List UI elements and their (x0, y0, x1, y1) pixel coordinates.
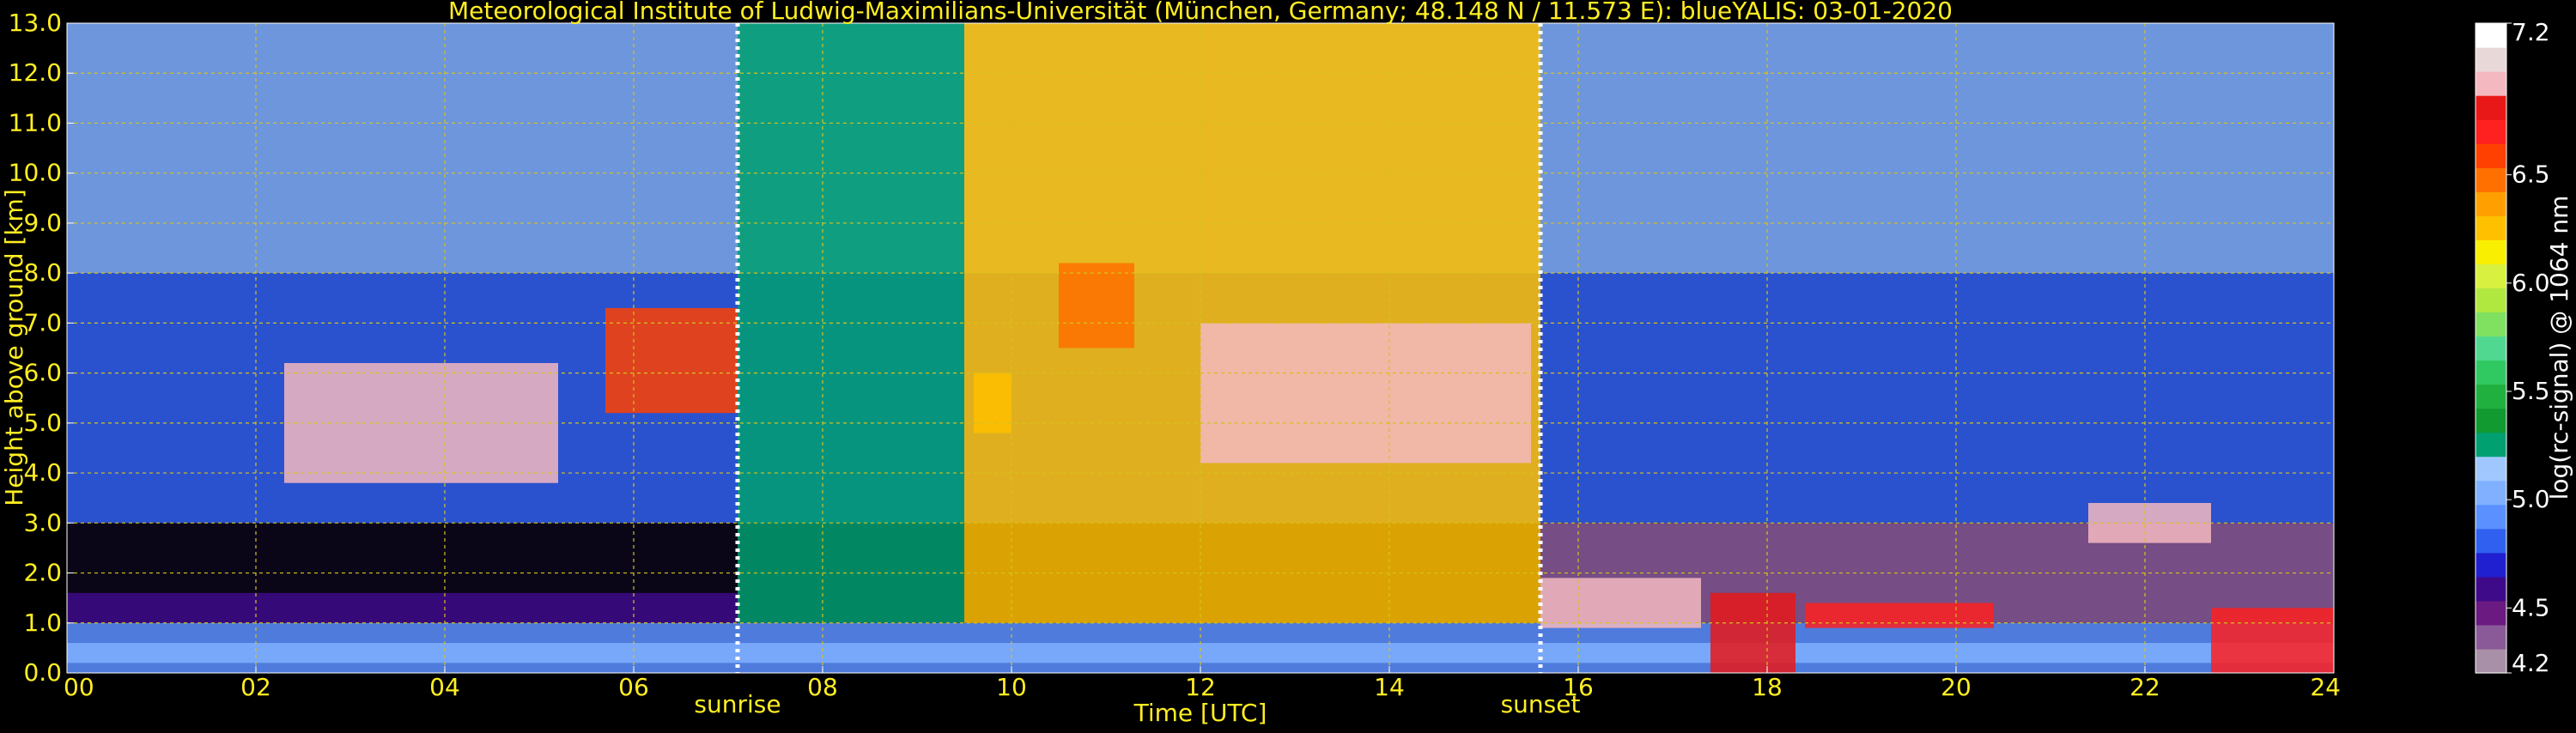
y-tick-label: 8.0 (23, 258, 62, 287)
colorbar-segment (2476, 456, 2506, 482)
x-tick-label: 22 (2129, 673, 2160, 701)
colorbar-segment (2476, 552, 2506, 578)
colorbar-tick-label: 6.0 (2512, 269, 2550, 297)
colorbar-segment (2476, 191, 2506, 216)
colorbar-tick-label: 4.5 (2512, 593, 2550, 621)
colorbar-segment (2476, 624, 2506, 650)
colorbar-tick-label: 7.2 (2512, 18, 2550, 46)
x-tick-label: 24 (2310, 673, 2341, 701)
colorbar-segment (2476, 600, 2506, 626)
signal-region-11 (1059, 263, 1134, 348)
signal-region-7 (67, 643, 2334, 663)
y-tick-label: 5.0 (23, 409, 62, 437)
colorbar-segment (2476, 143, 2506, 168)
x-tick-label: 06 (618, 673, 649, 701)
colorbar-segment (2476, 288, 2506, 313)
colorbar-tick-label: 5.5 (2512, 377, 2550, 405)
colorbar-segment (2476, 360, 2506, 385)
y-tick-label: 3.0 (23, 508, 62, 536)
signal-region-17 (2211, 608, 2334, 673)
y-tick-label: 6.0 (23, 359, 62, 387)
x-tick-label: 04 (429, 673, 460, 701)
colorbar-segment (2476, 264, 2506, 289)
colorbar-label: log(rc-signal) @ 1064 nm (2545, 196, 2573, 500)
y-tick-label: 9.0 (23, 209, 62, 237)
colorbar-segment (2476, 47, 2506, 72)
colorbar-segment (2476, 167, 2506, 192)
colorbar-segment (2476, 384, 2506, 409)
signal-region-1 (67, 592, 738, 623)
x-tick-label: 14 (1374, 673, 1405, 701)
colorbar-segment (2476, 432, 2506, 457)
y-tick-label: 1.0 (23, 609, 62, 637)
y-tick-label: 10.0 (9, 159, 62, 187)
signal-region-15 (1805, 603, 1994, 628)
colorbar-segment (2476, 71, 2506, 96)
signal-region-13 (1540, 578, 1701, 628)
colorbar-segment (2476, 336, 2506, 361)
colorbar-tick-label: 4.2 (2512, 649, 2550, 677)
y-tick-label: 4.0 (23, 458, 62, 487)
x-tick-label: 18 (1752, 673, 1783, 701)
x-tick-label: 08 (807, 673, 838, 701)
x-tick-label: 20 (1941, 673, 1971, 701)
y-tick-label: 13.0 (9, 9, 62, 37)
signal-region-10 (974, 373, 1012, 433)
y-tick-label: 7.0 (23, 308, 62, 336)
x-tick-label: 10 (996, 673, 1027, 701)
y-tick-label: 11.0 (9, 108, 62, 136)
chart-title: Meteorological Institute of Ludwig-Maxim… (448, 0, 1953, 25)
sunrise-label: sunrise (694, 690, 781, 718)
signal-region-8 (284, 362, 558, 483)
x-tick-label: 12 (1185, 673, 1216, 701)
colorbar-tick-label: 6.5 (2512, 161, 2550, 189)
colorbar-segment (2476, 528, 2506, 554)
colorbar-tick-label: 5.0 (2512, 485, 2550, 513)
x-tick-label: 16 (1563, 673, 1594, 701)
lidar-quicklook-chart: sunrise sunset 00 02 04 06 08 10 12 14 16 18 20 22 24… (0, 0, 2576, 730)
colorbar-segment (2476, 23, 2506, 48)
colorbar-segment (2476, 504, 2506, 530)
x-axis-label: Time [UTC] (1133, 699, 1267, 727)
x-tick-label: 00 (64, 673, 94, 701)
colorbar-segment (2476, 576, 2506, 602)
y-tick-label: 2.0 (23, 559, 62, 587)
colorbar-segment (2476, 648, 2506, 674)
signal-region-12 (1200, 323, 1531, 463)
colorbar-segment (2476, 95, 2506, 120)
y-tick-label: 12.0 (9, 58, 62, 87)
x-tick-label: 02 (240, 673, 271, 701)
signal-region-9 (605, 307, 738, 414)
y-axis-label: Height above ground [km] (0, 189, 28, 506)
y-tick-label: 0.0 (23, 658, 62, 687)
colorbar-segment (2476, 239, 2506, 264)
colorbar-segment (2476, 215, 2506, 240)
colorbar-segment (2476, 312, 2506, 337)
colorbar-segment (2476, 480, 2506, 506)
signal-region-14 (1710, 592, 1795, 673)
colorbar-segment (2476, 119, 2506, 144)
colorbar-segment (2476, 408, 2506, 433)
chart-figure: sunrise sunset 00 02 04 06 08 10 12 14 16 18 20 22 24… (0, 0, 2576, 730)
colorbar (2475, 22, 2507, 674)
